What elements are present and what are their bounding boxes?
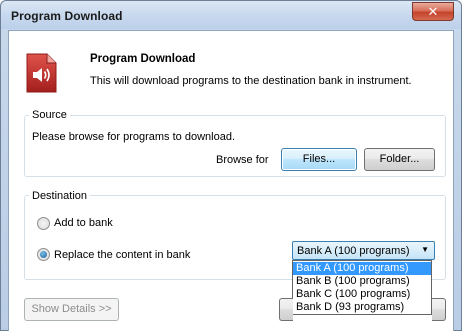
- bank-option-a[interactable]: Bank A (100 programs): [293, 262, 431, 275]
- close-icon: ✕: [427, 4, 439, 19]
- bank-select[interactable]: Bank A (100 programs) ▼: [292, 241, 435, 260]
- bank-option-c[interactable]: Bank C (100 programs): [293, 288, 431, 301]
- destination-legend: Destination: [29, 190, 91, 202]
- chevron-down-icon: ▼: [421, 245, 429, 254]
- source-legend: Source: [29, 109, 70, 121]
- bank-select-value: Bank A (100 programs): [297, 245, 410, 257]
- replace-content-label[interactable]: Replace the content in bank: [54, 249, 190, 261]
- add-to-bank-label[interactable]: Add to bank: [54, 217, 113, 229]
- folder-button[interactable]: Folder...: [364, 148, 435, 171]
- cancel-button-partial[interactable]: [432, 298, 446, 321]
- ok-button-partial[interactable]: [279, 298, 293, 321]
- bank-option-d[interactable]: Bank D (93 programs): [293, 301, 431, 314]
- bank-option-b[interactable]: Bank B (100 programs): [293, 275, 431, 288]
- browse-for-label: Browse for: [216, 154, 269, 166]
- show-details-button[interactable]: Show Details >>: [24, 298, 119, 321]
- close-button[interactable]: ✕: [412, 2, 454, 21]
- header-description: This will download programs to the desti…: [90, 75, 412, 87]
- bank-dropdown-list[interactable]: Bank A (100 programs) Bank B (100 progra…: [292, 260, 432, 315]
- source-prompt: Please browse for programs to download.: [32, 131, 235, 143]
- speaker-download-icon: [26, 53, 57, 93]
- files-button[interactable]: Files...: [281, 148, 357, 171]
- add-to-bank-radio[interactable]: [37, 217, 50, 230]
- replace-content-radio[interactable]: [37, 248, 50, 261]
- title-bar[interactable]: Program Download ✕: [1, 1, 461, 29]
- header-title: Program Download: [90, 53, 196, 65]
- window-title: Program Download: [11, 9, 123, 23]
